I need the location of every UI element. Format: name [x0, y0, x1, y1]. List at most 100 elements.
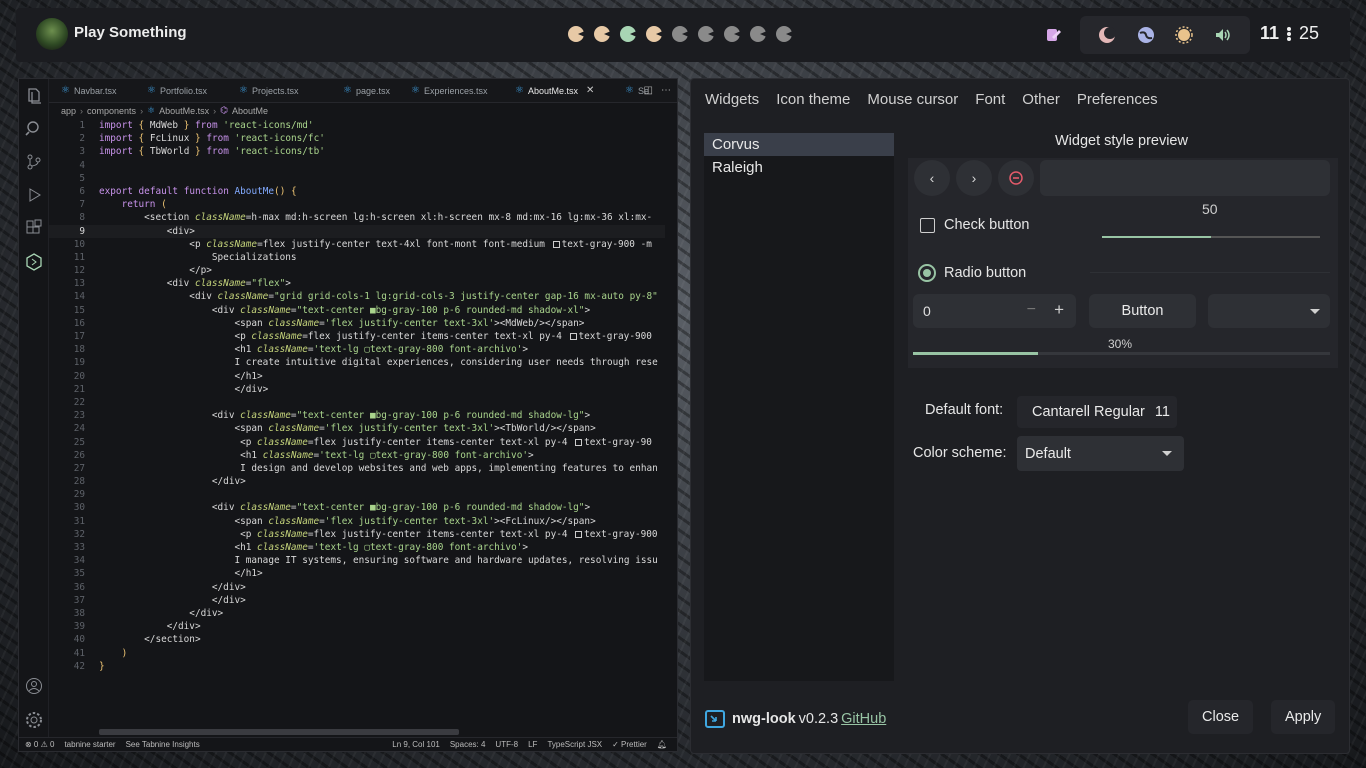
edit-icon[interactable]	[1046, 27, 1062, 43]
line-endings[interactable]: LF	[528, 740, 537, 749]
tab-font[interactable]: Font	[975, 91, 1005, 108]
horizontal-scrollbar[interactable]	[99, 729, 459, 735]
code-line[interactable]: 27 I design and develop websites and web…	[49, 462, 665, 475]
code-line[interactable]: 8 <section className=h-max md:h-screen l…	[49, 211, 665, 224]
workspace-8[interactable]	[750, 26, 766, 42]
code-area[interactable]: 1 import { MdWeb } from 'react-icons/md' 2…	[49, 119, 665, 724]
code-line[interactable]: 23 <div className="text-center ■bg-gray-…	[49, 409, 665, 422]
breadcrumb-item[interactable]: AboutMe	[232, 106, 268, 116]
forward-button[interactable]: ›	[956, 160, 992, 196]
notifications-bell-icon[interactable]: 🔔︎	[657, 740, 667, 749]
split-editor-icon[interactable]: ◫	[644, 85, 653, 96]
media-title[interactable]: Play Something	[74, 24, 187, 41]
prettier-status[interactable]: ✓ Prettier	[612, 740, 647, 749]
source-control-icon[interactable]	[25, 153, 43, 171]
code-line[interactable]: 7 return (	[49, 198, 665, 211]
code-line[interactable]: 17 <p className=flex justify-center item…	[49, 330, 665, 343]
code-line[interactable]: 3 import { TbWorld } from 'react-icons/tb…	[49, 145, 665, 158]
code-line[interactable]: 11 Specializations	[49, 251, 665, 264]
code-line[interactable]: 34 I manage IT systems, ensuring softwar…	[49, 554, 665, 567]
workspace-7[interactable]	[724, 26, 740, 42]
back-button[interactable]: ‹	[914, 160, 950, 196]
tab-projects[interactable]: ⚛ Projects.tsx	[239, 79, 298, 103]
language-mode[interactable]: TypeScript JSX	[547, 740, 602, 749]
apply-button[interactable]: Apply	[1271, 700, 1336, 734]
code-line[interactable]: 30 <div className="text-center ■bg-gray-…	[49, 501, 665, 514]
breadcrumb-item[interactable]: components	[87, 106, 136, 116]
tab-other[interactable]: Other	[1022, 91, 1060, 108]
code-line[interactable]: 31 <span className='flex justify-center …	[49, 515, 665, 528]
code-line[interactable]: 19 I create intuitive digital experience…	[49, 356, 665, 369]
code-line[interactable]: 32 <p className=flex justify-center item…	[49, 528, 665, 541]
more-actions-icon[interactable]: ⋯	[661, 85, 671, 96]
theme-item-raleigh[interactable]: Raleigh	[704, 156, 894, 179]
radio-button-label[interactable]: Radio button	[944, 265, 1026, 281]
code-line[interactable]: 36 </div>	[49, 581, 665, 594]
stop-button[interactable]	[998, 160, 1034, 196]
color-scheme-dropdown[interactable]: Default	[1017, 436, 1184, 471]
code-line[interactable]: 28 </div>	[49, 475, 665, 488]
code-line[interactable]: 5	[49, 172, 665, 185]
tabnine-insights[interactable]: See Tabnine Insights	[126, 740, 200, 749]
code-line[interactable]: 42}	[49, 660, 665, 673]
workspace-9[interactable]	[776, 26, 792, 42]
code-line[interactable]: 20 </h1>	[49, 370, 665, 383]
code-line[interactable]: 40 </section>	[49, 633, 665, 646]
code-line[interactable]: 25 <p className=flex justify-center item…	[49, 436, 665, 449]
tab-portfolio[interactable]: ⚛ Portfolio.tsx	[147, 79, 207, 103]
code-line[interactable]: 2 import { FcLinux } from 'react-icons/fc…	[49, 132, 665, 145]
code-line[interactable]: 22	[49, 396, 665, 409]
code-line[interactable]: 16 <span className='flex justify-center …	[49, 317, 665, 330]
tab-navbar[interactable]: ⚛ Navbar.tsx	[61, 79, 117, 103]
preview-slider[interactable]	[1102, 236, 1320, 238]
brightness-icon[interactable]	[1175, 26, 1193, 44]
code-line[interactable]: 13 <div className="flex">	[49, 277, 665, 290]
code-line[interactable]: 33 <h1 className='text-lg ▢text-gray-800…	[49, 541, 665, 554]
workspace-5[interactable]	[672, 26, 688, 42]
search-icon[interactable]	[25, 119, 43, 137]
globe-icon[interactable]	[1137, 26, 1155, 44]
settings-gear-icon[interactable]	[25, 711, 43, 729]
tab-preferences[interactable]: Preferences	[1077, 91, 1158, 108]
problems-indicator[interactable]: ⊗ 0 ⚠ 0	[25, 740, 54, 749]
remote-explorer-icon[interactable]	[25, 253, 43, 271]
close-button[interactable]: Close	[1188, 700, 1254, 734]
workspace-6[interactable]	[698, 26, 714, 42]
code-line[interactable]: 18 <h1 className='text-lg ▢text-gray-800…	[49, 343, 665, 356]
default-font-button[interactable]: Cantarell Regular 11	[1017, 396, 1177, 428]
code-line[interactable]: 37 </div>	[49, 594, 665, 607]
workspace-3[interactable]	[620, 26, 636, 42]
code-line[interactable]: 24 <span className='flex justify-center …	[49, 422, 665, 435]
code-line[interactable]: 6 export default function AboutMe() {	[49, 185, 665, 198]
account-icon[interactable]	[25, 677, 43, 695]
code-line[interactable]: 21 </div>	[49, 383, 665, 396]
spin-button[interactable]: 0 − +	[913, 294, 1076, 328]
github-link[interactable]: GitHub	[841, 711, 886, 727]
code-line[interactable]: 1 import { MdWeb } from 'react-icons/md'	[49, 119, 665, 132]
code-line[interactable]: 38 </div>	[49, 607, 665, 620]
code-line[interactable]: 9 <div>	[49, 225, 665, 238]
code-line[interactable]: 14 <div className="grid grid-cols-1 lg:g…	[49, 290, 665, 303]
explorer-icon[interactable]	[25, 87, 43, 105]
preview-button[interactable]: Button	[1089, 294, 1196, 328]
workspace-2[interactable]	[594, 26, 610, 42]
code-line[interactable]: 12 </p>	[49, 264, 665, 277]
code-line[interactable]: 26 <h1 className='text-lg ▢text-gray-800…	[49, 449, 665, 462]
code-line[interactable]: 4	[49, 159, 665, 172]
code-line[interactable]: 39 </div>	[49, 620, 665, 633]
code-line[interactable]: 10 <p className=flex justify-center text…	[49, 238, 665, 251]
run-debug-icon[interactable]	[25, 186, 43, 204]
tab-icon-theme[interactable]: Icon theme	[776, 91, 850, 108]
tabnine-status[interactable]: tabnine starter	[64, 740, 115, 749]
decrement-icon[interactable]: −	[1027, 301, 1036, 319]
tab-mouse-cursor[interactable]: Mouse cursor	[867, 91, 958, 108]
extensions-icon[interactable]	[25, 219, 43, 237]
breadcrumb-item[interactable]: app	[61, 106, 76, 116]
night-light-icon[interactable]	[1098, 26, 1117, 44]
tab-experiences[interactable]: ⚛ Experiences.tsx	[411, 79, 488, 103]
code-line[interactable]: 35 </h1>	[49, 567, 665, 580]
increment-icon[interactable]: +	[1054, 300, 1064, 320]
volume-icon[interactable]	[1214, 26, 1232, 44]
tab-widgets[interactable]: Widgets	[705, 91, 759, 108]
preview-text-entry[interactable]	[1040, 160, 1330, 196]
